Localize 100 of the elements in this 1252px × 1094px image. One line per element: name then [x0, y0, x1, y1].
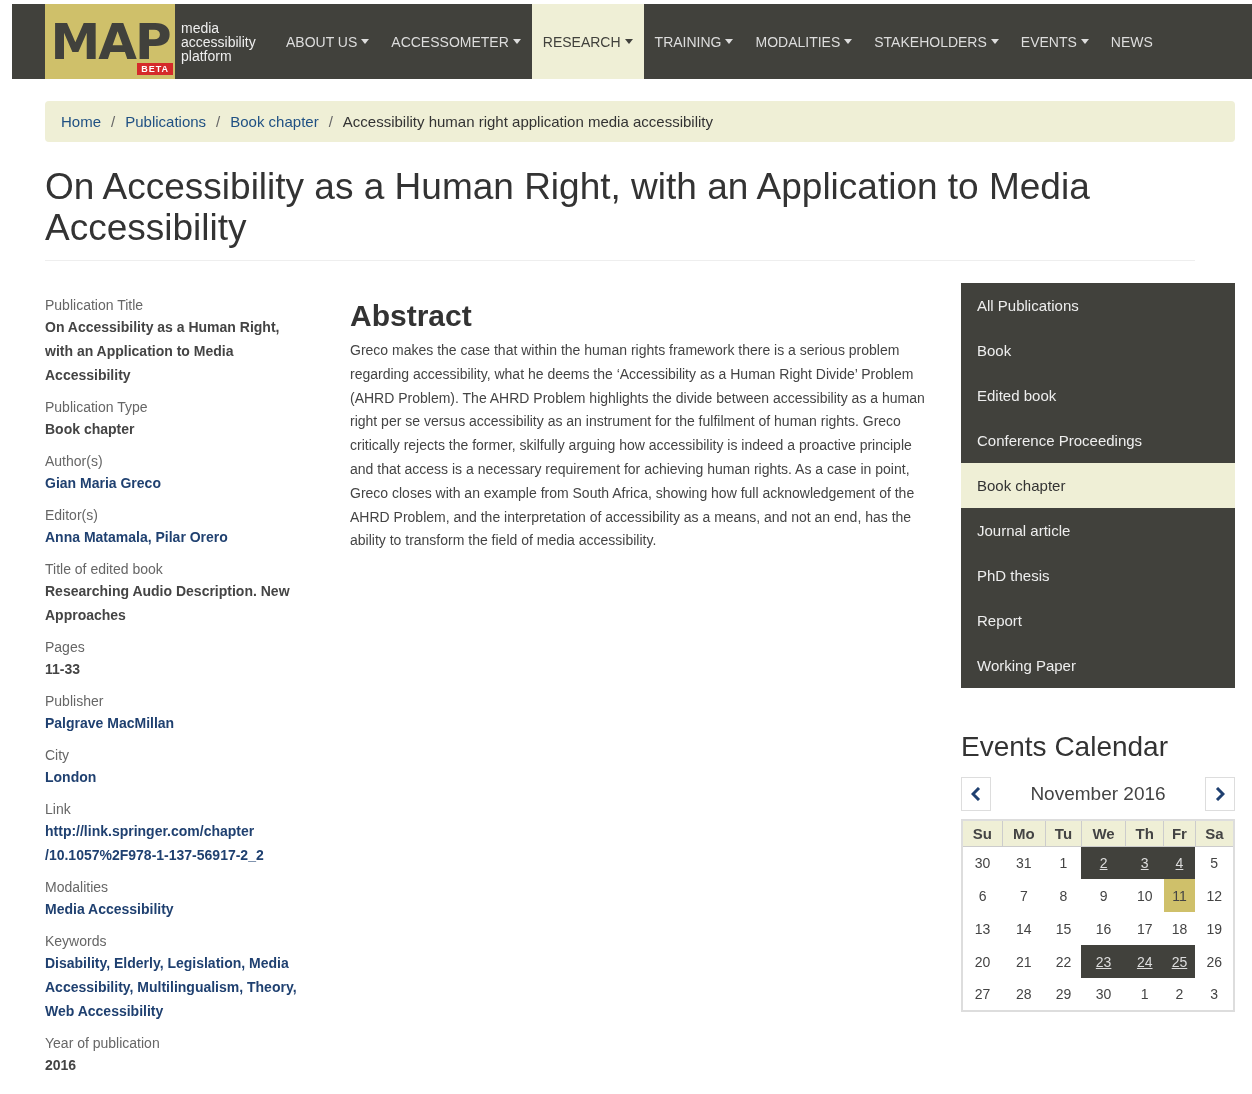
detail-value: Researching Audio Description. New Approaches	[45, 582, 291, 625]
detail-label: Year of publication	[45, 1034, 161, 1053]
nav-item[interactable]: NEWS	[1099, 4, 1164, 79]
breadcrumb-link[interactable]: Home	[61, 113, 101, 130]
detail-label: Author(s)	[45, 452, 104, 471]
nav-item[interactable]: EVENTS	[1009, 4, 1100, 79]
logo-tagline: media	[181, 20, 221, 35]
menu-item[interactable]: Book chapter	[961, 463, 1235, 508]
calendar-day: 1	[1125, 978, 1164, 1011]
calendar-day: 26	[1195, 945, 1234, 978]
calendar-day: 31	[1002, 846, 1046, 879]
page-title: On Accessibility as a Human Right, with an Application to Media Accessibility	[45, 166, 1195, 261]
nav-item[interactable]: STAKEHOLDERS	[863, 4, 1010, 79]
breadcrumb-separator: /	[216, 113, 221, 130]
event-day[interactable]: 25	[1163, 945, 1196, 978]
logo[interactable]: MAPBETA	[45, 4, 175, 79]
abstract-text: Greco makes the case that within the human rights framework there is a serious problem regarding accessibility, what he deems the ‘Accessibility as a Human Right Divide’ Problem (AHRD Problem). The AHRD Problem highlights the divide between accessibility as a human right per se versus accessibility as an instrument for the fulfilment of human rights. Greco critically rejects the former, skilfully arguing how accessibility is indeed a proactive principle and that access is a necessary requirement for achieving human rights. As a case in point, Greco closes with an example from South Africa, showing how full acknowledgement of the AHRD Problem, and the interpretation of accessibility as a means, and not an end, has the ability to transform the field of media accessibility.	[350, 341, 926, 551]
calendar-day: 15	[1045, 912, 1082, 945]
detail-value: On Accessibility as a Human Right, with an Application to Media Accessibility	[45, 318, 281, 385]
weekday-header: Su	[962, 820, 1003, 846]
nav-item[interactable]: RESEARCH	[531, 4, 644, 79]
calendar-day: 9	[1081, 879, 1126, 912]
event-day[interactable]: 2	[1081, 846, 1126, 879]
logo-tagline: platform	[181, 48, 232, 63]
detail-label: Editor(s)	[45, 506, 99, 525]
menu-item[interactable]: Book	[961, 328, 1235, 373]
detail-label: Publication Title	[45, 296, 145, 315]
next-month-button[interactable]	[1205, 777, 1235, 811]
weekday-header: Sa	[1195, 820, 1234, 846]
breadcrumb-separator: /	[111, 113, 116, 130]
calendar-day: 27	[962, 978, 1003, 1011]
calendar-day: 28	[1002, 978, 1046, 1011]
calendar-day: 19	[1195, 912, 1234, 945]
weekday-header: Tu	[1045, 820, 1082, 846]
calendar-day: 21	[1002, 945, 1046, 978]
calendar-day: 12	[1195, 879, 1234, 912]
breadcrumb-link[interactable]: Publications	[125, 113, 207, 130]
detail-label: Link	[45, 800, 72, 819]
menu-item[interactable]: All Publications	[961, 283, 1235, 328]
beta-badge: BETA	[137, 63, 173, 75]
nav-item[interactable]: TRAINING	[643, 4, 745, 79]
nav-item[interactable]: ABOUT US	[275, 4, 381, 79]
detail-label: City	[45, 746, 71, 765]
calendar-day: 3	[1195, 978, 1234, 1011]
current-page-label: Accessibility human right application media accessibility	[342, 113, 713, 130]
menu-item[interactable]: Conference Proceedings	[961, 418, 1235, 463]
detail-label: Modalities	[45, 878, 110, 897]
detail-label: Pages	[45, 638, 86, 657]
event-day[interactable]: 23	[1081, 945, 1126, 978]
logo-tagline: accessibility	[181, 34, 256, 49]
calendar-day: 17	[1125, 912, 1164, 945]
calendar-day: 30	[1081, 978, 1126, 1011]
detail-value: Book chapter	[45, 420, 136, 439]
detail-label: Title of edited book	[45, 560, 164, 579]
detail-link[interactable]: Gian Maria Greco	[45, 471, 310, 495]
detail-link[interactable]: Media Accessibility	[45, 897, 310, 921]
weekday-header: Fr	[1163, 820, 1196, 846]
menu-item[interactable]: PhD thesis	[961, 553, 1235, 598]
detail-link[interactable]: London	[45, 765, 310, 789]
calendar-day: 18	[1163, 912, 1196, 945]
calendar-title: Events Calendar	[961, 731, 1169, 763]
breadcrumb-link[interactable]: Book chapter	[230, 113, 319, 130]
today-day: 11	[1163, 879, 1196, 912]
calendar-day: 6	[962, 879, 1003, 912]
abstract-heading: Abstract	[350, 299, 473, 333]
nav-item[interactable]: MODALITIES	[744, 4, 864, 79]
detail-label: Publisher	[45, 692, 105, 711]
detail-label: Publication Type	[45, 398, 149, 417]
calendar-day: 14	[1002, 912, 1046, 945]
menu-item[interactable]: Working Paper	[961, 643, 1235, 688]
nav-item[interactable]: ACCESSOMETER	[380, 4, 532, 79]
calendar-day: 8	[1045, 879, 1082, 912]
calendar-day: 1	[1045, 846, 1082, 879]
detail-label: Keywords	[45, 932, 108, 951]
event-day[interactable]: 24	[1125, 945, 1164, 978]
calendar-day: 2	[1163, 978, 1196, 1011]
calendar-month: November 2016	[1030, 783, 1166, 805]
detail-link[interactable]: Anna Matamala, Pilar Orero	[45, 525, 310, 549]
calendar-day: 13	[962, 912, 1003, 945]
detail-link[interactable]: Palgrave MacMillan	[45, 711, 310, 735]
weekday-header: We	[1081, 820, 1126, 846]
calendar-day: 16	[1081, 912, 1126, 945]
detail-value: 2016	[45, 1056, 78, 1075]
calendar-day: 7	[1002, 879, 1046, 912]
weekday-header: Th	[1125, 820, 1164, 846]
breadcrumb-separator: /	[328, 113, 333, 130]
menu-item[interactable]: Report	[961, 598, 1235, 643]
calendar-day: 10	[1125, 879, 1164, 912]
chevron-left-icon	[971, 787, 981, 801]
calendar-day: 20	[962, 945, 1003, 978]
calendar-day: 22	[1045, 945, 1082, 978]
menu-item[interactable]: Journal article	[961, 508, 1235, 553]
chevron-right-icon	[1215, 787, 1225, 801]
calendar-day: 30	[962, 846, 1003, 879]
menu-item[interactable]: Edited book	[961, 373, 1235, 418]
detail-link[interactable]: http://link.springer.com/chapter /10.1057%2F978-1-137-56917-2_2	[45, 819, 310, 867]
previous-month-button[interactable]	[961, 777, 991, 811]
calendar-day: 29	[1045, 978, 1082, 1011]
detail-value: 11-33	[45, 660, 82, 679]
detail-link[interactable]: Disability, Elderly, Legislation, Media Accessibility, Multilingualism, Theory, Web Accessibility	[45, 951, 310, 1023]
